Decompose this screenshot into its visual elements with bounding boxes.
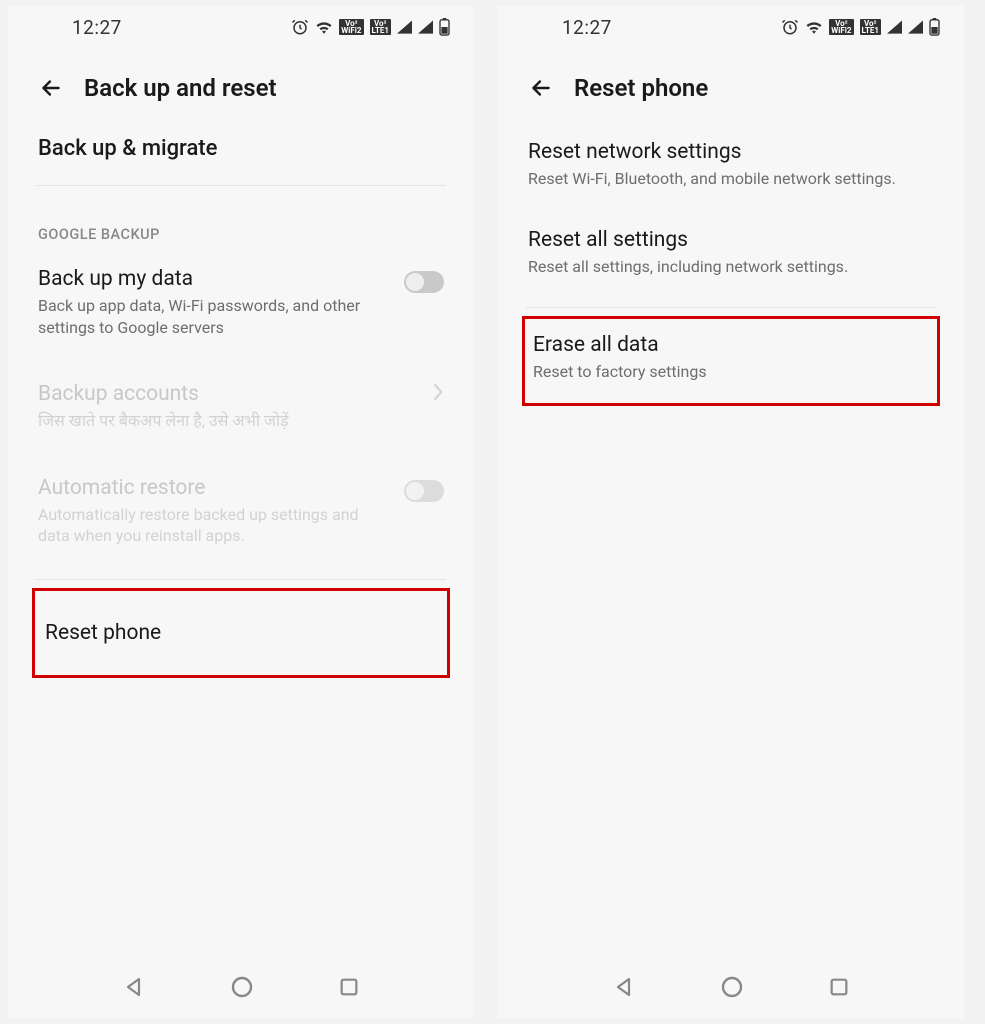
signal-icon-2 xyxy=(908,20,923,34)
volte-badge-icon: Vo²LTE1 xyxy=(860,19,882,35)
section-label-google: GOOGLE BACKUP xyxy=(32,194,450,251)
battery-icon xyxy=(439,18,450,36)
automatic-restore-row: Automatic restore Automatically restore … xyxy=(32,448,450,571)
page-title: Reset phone xyxy=(574,74,708,102)
backup-migrate-label: Back up & migrate xyxy=(38,136,444,161)
reset-phone-row-highlighted[interactable]: Reset phone xyxy=(32,588,450,678)
page-header: Reset phone xyxy=(498,48,964,120)
automatic-restore-title: Automatic restore xyxy=(38,476,392,500)
signal-icon xyxy=(397,20,412,34)
signal-icon xyxy=(887,20,902,34)
status-icons: Vo²WiFi2 Vo²LTE1 xyxy=(781,18,940,36)
backup-my-data-sub: Back up app data, Wi-Fi passwords, and o… xyxy=(38,295,392,338)
divider xyxy=(36,579,446,580)
erase-all-title: Erase all data xyxy=(533,333,929,357)
erase-all-sub: Reset to factory settings xyxy=(533,361,929,383)
reset-all-title: Reset all settings xyxy=(528,228,934,252)
status-bar: 12:27 Vo²WiFi2 Vo²LTE1 xyxy=(498,6,964,48)
back-arrow-icon[interactable] xyxy=(528,75,554,101)
status-bar: 12:27 Vo²WiFi2 Vo²LTE1 xyxy=(8,6,474,48)
alarm-icon xyxy=(291,18,309,36)
page-header: Back up and reset xyxy=(8,48,474,120)
vowifi-badge-icon: Vo²WiFi2 xyxy=(829,19,853,35)
backup-accounts-title: Backup accounts xyxy=(38,382,420,406)
nav-home-icon[interactable] xyxy=(230,975,254,999)
left-screenshot: 12:27 Vo²WiFi2 Vo²LTE1 Back up and reset… xyxy=(8,6,474,1018)
erase-all-row-highlighted[interactable]: Erase all data Reset to factory settings xyxy=(522,316,940,406)
page-title: Back up and reset xyxy=(84,74,277,102)
status-time: 12:27 xyxy=(562,16,612,39)
reset-network-sub: Reset Wi-Fi, Bluetooth, and mobile netwo… xyxy=(528,168,934,190)
battery-icon xyxy=(929,18,940,36)
reset-network-title: Reset network settings xyxy=(528,140,934,164)
reset-all-row[interactable]: Reset all settings Reset all settings, i… xyxy=(522,206,940,300)
right-screenshot: 12:27 Vo²WiFi2 Vo²LTE1 Reset phone Reset… xyxy=(498,6,964,1018)
divider xyxy=(526,307,936,308)
wifi-icon xyxy=(805,20,823,34)
nav-home-icon[interactable] xyxy=(720,975,744,999)
backup-accounts-sub: जिस खाते पर बैकअप लेना है, उसे अभी जोड़े… xyxy=(38,410,420,432)
nav-back-icon[interactable] xyxy=(612,975,636,999)
backup-accounts-row: Backup accounts जिस खाते पर बैकअप लेना ह… xyxy=(32,354,450,448)
nav-recents-icon[interactable] xyxy=(828,976,850,998)
automatic-restore-toggle xyxy=(404,480,444,502)
nav-recents-icon[interactable] xyxy=(338,976,360,998)
reset-all-sub: Reset all settings, including network se… xyxy=(528,256,934,278)
status-icons: Vo²WiFi2 Vo²LTE1 xyxy=(291,18,450,36)
backup-my-data-title: Back up my data xyxy=(38,267,392,291)
back-arrow-icon[interactable] xyxy=(38,75,64,101)
status-time: 12:27 xyxy=(72,16,122,39)
reset-network-row[interactable]: Reset network settings Reset Wi-Fi, Blue… xyxy=(522,120,940,206)
chevron-right-icon xyxy=(432,382,444,402)
signal-icon-2 xyxy=(418,20,433,34)
backup-migrate-row[interactable]: Back up & migrate xyxy=(32,120,450,177)
backup-my-data-row[interactable]: Back up my data Back up app data, Wi-Fi … xyxy=(32,251,450,354)
nav-bar xyxy=(498,962,964,1018)
wifi-icon xyxy=(315,20,333,34)
vowifi-badge-icon: Vo²WiFi2 xyxy=(339,19,363,35)
divider xyxy=(36,185,446,186)
nav-back-icon[interactable] xyxy=(122,975,146,999)
volte-badge-icon: Vo²LTE1 xyxy=(370,19,392,35)
backup-my-data-toggle[interactable] xyxy=(404,271,444,293)
automatic-restore-sub: Automatically restore backed up settings… xyxy=(38,504,392,547)
alarm-icon xyxy=(781,18,799,36)
nav-bar xyxy=(8,962,474,1018)
reset-phone-label: Reset phone xyxy=(45,621,437,645)
